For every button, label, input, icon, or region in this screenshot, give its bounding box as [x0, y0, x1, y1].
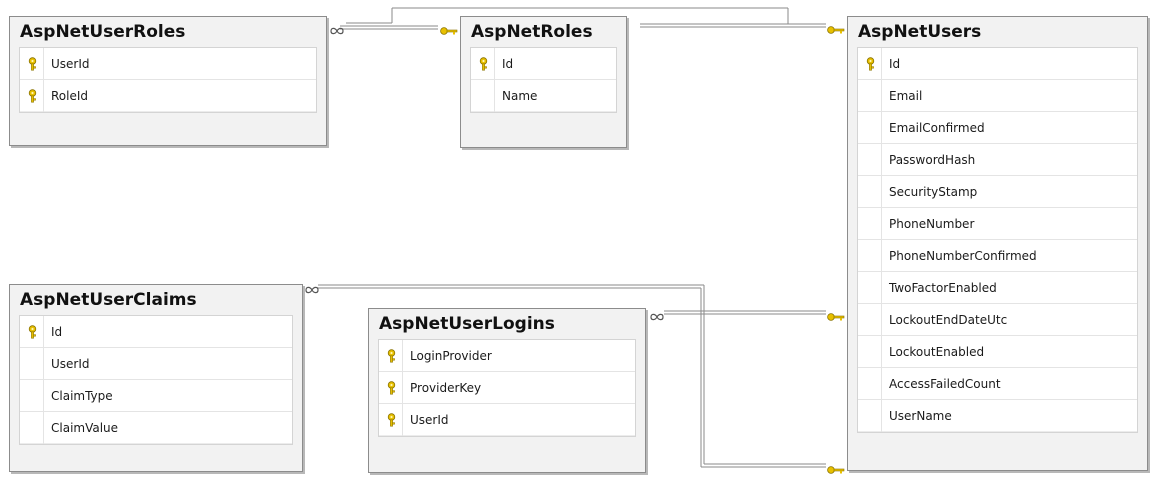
column-name: PasswordHash: [889, 153, 976, 167]
column-name: LockoutEnabled: [889, 345, 985, 359]
column-row[interactable]: PhoneNumber: [858, 208, 1137, 240]
column-row[interactable]: Id: [471, 48, 616, 80]
column-name: Id: [502, 57, 514, 71]
key-slot: [20, 80, 44, 112]
column-list: Id Name: [470, 47, 617, 113]
table-aspnetuserclaims[interactable]: AspNetUserClaims Id UserId ClaimType ClaimV…: [9, 284, 303, 472]
column-row[interactable]: AccessFailedCount: [858, 368, 1137, 400]
column-name: Id: [51, 325, 63, 339]
column-name: TwoFactorEnabled: [889, 281, 997, 295]
column-name: PhoneNumberConfirmed: [889, 249, 1037, 263]
key-slot: [858, 208, 882, 240]
column-row[interactable]: UserId: [20, 48, 316, 80]
table-aspnetuserroles[interactable]: AspNetUserRoles UserId RoleId: [9, 16, 327, 146]
table-aspnetroles[interactable]: AspNetRoles Id Name: [460, 16, 627, 148]
key-slot: [379, 372, 403, 404]
column-row[interactable]: EmailConfirmed: [858, 112, 1137, 144]
key-slot: [20, 316, 44, 348]
column-name: ClaimType: [51, 389, 113, 403]
key-slot: [20, 380, 44, 412]
column-name: AccessFailedCount: [889, 377, 1001, 391]
relationship-userlogins-users: [664, 310, 826, 315]
column-name: LockoutEndDateUtc: [889, 313, 1008, 327]
column-name: Email: [889, 89, 923, 103]
column-name: UserId: [51, 357, 90, 371]
key-slot: [858, 272, 882, 304]
infinity-icon: [328, 21, 346, 40]
column-row[interactable]: Id: [20, 316, 292, 348]
key-slot: [471, 48, 495, 80]
key-icon: [440, 21, 458, 40]
column-list: Id Email EmailConfirmed PasswordHash Securit…: [857, 47, 1138, 433]
column-row[interactable]: PasswordHash: [858, 144, 1137, 176]
key-slot: [858, 144, 882, 176]
column-name: UserId: [51, 57, 90, 71]
column-name: ProviderKey: [410, 381, 482, 395]
column-row[interactable]: LockoutEnabled: [858, 336, 1137, 368]
column-row[interactable]: Id: [858, 48, 1137, 80]
column-row[interactable]: UserId: [20, 348, 292, 380]
column-row[interactable]: ClaimType: [20, 380, 292, 412]
key-slot: [858, 176, 882, 208]
key-slot: [20, 348, 44, 380]
column-name: Name: [502, 89, 538, 103]
column-name: EmailConfirmed: [889, 121, 985, 135]
key-slot: [20, 48, 44, 80]
key-slot: [858, 112, 882, 144]
key-slot: [379, 340, 403, 372]
table-title: AspNetUserRoles: [20, 22, 186, 42]
column-row[interactable]: ClaimValue: [20, 412, 292, 444]
key-slot: [858, 368, 882, 400]
column-name: ClaimValue: [51, 421, 119, 435]
table-title: AspNetUserLogins: [379, 314, 555, 334]
key-icon: [827, 20, 845, 39]
column-list: UserId RoleId: [19, 47, 317, 113]
column-row[interactable]: UserName: [858, 400, 1137, 432]
column-name: Id: [889, 57, 901, 71]
key-slot: [858, 240, 882, 272]
column-name: SecurityStamp: [889, 185, 978, 199]
column-row[interactable]: Name: [471, 80, 616, 112]
key-slot: [858, 400, 882, 432]
column-row[interactable]: RoleId: [20, 80, 316, 112]
table-aspnetuserlogins[interactable]: AspNetUserLogins LoginProvider ProviderKe…: [368, 308, 646, 473]
column-list: LoginProvider ProviderKey UserId: [378, 339, 636, 437]
column-row[interactable]: LoginProvider: [379, 340, 635, 372]
column-row[interactable]: Email: [858, 80, 1137, 112]
column-name: UserId: [410, 413, 449, 427]
relationship-userroles-roles: [340, 25, 438, 30]
key-slot: [858, 80, 882, 112]
key-slot: [379, 404, 403, 436]
table-title: AspNetUserClaims: [20, 290, 197, 310]
table-aspnetusers[interactable]: AspNetUsers Id Email EmailConfirmed Passwor…: [847, 16, 1148, 471]
key-slot: [858, 304, 882, 336]
table-title: AspNetRoles: [471, 22, 593, 42]
key-slot: [471, 80, 495, 112]
key-slot: [20, 412, 44, 444]
column-row[interactable]: SecurityStamp: [858, 176, 1137, 208]
column-name: PhoneNumber: [889, 217, 975, 231]
key-slot: [858, 336, 882, 368]
infinity-icon: [648, 307, 666, 326]
column-name: LoginProvider: [410, 349, 492, 363]
column-row[interactable]: LockoutEndDateUtc: [858, 304, 1137, 336]
column-list: Id UserId ClaimType ClaimValue: [19, 315, 293, 445]
column-row[interactable]: ProviderKey: [379, 372, 635, 404]
key-icon: [827, 307, 845, 326]
column-row[interactable]: PhoneNumberConfirmed: [858, 240, 1137, 272]
key-icon: [827, 460, 845, 479]
column-name: RoleId: [51, 89, 89, 103]
column-row[interactable]: TwoFactorEnabled: [858, 272, 1137, 304]
column-row[interactable]: UserId: [379, 404, 635, 436]
infinity-icon: [303, 280, 321, 299]
column-name: UserName: [889, 409, 952, 423]
key-slot: [858, 48, 882, 80]
table-title: AspNetUsers: [858, 22, 982, 42]
